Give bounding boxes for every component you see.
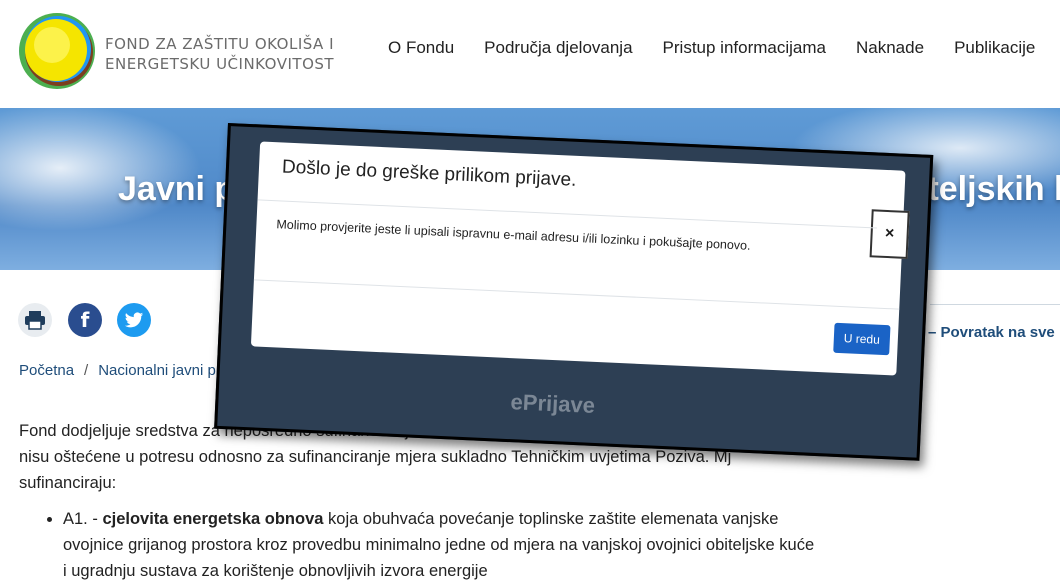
error-dialog: Došlo je do greške prilikom prijave. × M… (250, 141, 910, 376)
logo-text: FOND ZA ZAŠTITU OKOLIŠA I ENERGETSKU UČI… (105, 34, 334, 74)
back-link-divider (930, 304, 1060, 305)
twitter-icon[interactable] (117, 303, 151, 337)
nav-item-podrucja[interactable]: Područja djelovanja (484, 38, 632, 58)
breadcrumb: Početna / Nacionalni javni p (19, 362, 216, 379)
hero-title-left: Javni p (118, 170, 236, 208)
back-link-label: Povratak na sve (940, 324, 1055, 341)
back-to-all-link[interactable]: – Povratak na sve (928, 324, 1055, 341)
ok-button[interactable]: U redu (833, 322, 891, 356)
content-line-3: sufinanciraju: (19, 474, 117, 492)
print-icon[interactable] (18, 303, 52, 337)
breadcrumb-national[interactable]: Nacionalni javni p (98, 362, 216, 379)
nav-item-o-fondu[interactable]: O Fondu (388, 38, 454, 58)
fund-logo[interactable] (18, 12, 96, 90)
bullet-prefix: A1. - (63, 510, 103, 528)
logo-line-1: FOND ZA ZAŠTITU OKOLIŠA I (105, 35, 334, 53)
nav-item-pristup[interactable]: Pristup informacijama (663, 38, 826, 58)
error-modal-screenshot: ENERGETSKU UČINKOVITOST ePrijave Došlo j… (214, 123, 934, 461)
backdrop-text-2: ePrijave (510, 389, 596, 418)
close-icon[interactable]: × (869, 209, 910, 259)
arrow-left-icon: – (928, 324, 941, 341)
facebook-icon[interactable]: f (68, 303, 102, 337)
main-nav: O Fondu Područja djelovanja Pristup info… (388, 38, 1035, 58)
bullet-bold: cjelovita energetska obnova (102, 510, 324, 528)
dialog-title: Došlo je do greške prilikom prijave. (281, 156, 577, 191)
nav-item-naknade[interactable]: Naknade (856, 38, 924, 58)
logo-line-2: ENERGETSKU UČINKOVITOST (105, 55, 335, 73)
breadcrumb-separator: / (84, 362, 89, 379)
dialog-message: Molimo provjerite jeste li upisali ispra… (276, 217, 751, 253)
nav-item-publikacije[interactable]: Publikacije (954, 38, 1035, 58)
dialog-footer-divider (253, 279, 900, 310)
site-header: FOND ZA ZAŠTITU OKOLIŠA I ENERGETSKU UČI… (0, 0, 1060, 108)
measures-list: A1. - cjelovita energetska obnova koja o… (19, 506, 819, 584)
hero-title-right: iteljskih k (918, 170, 1060, 208)
list-item: A1. - cjelovita energetska obnova koja o… (63, 506, 819, 584)
breadcrumb-home[interactable]: Početna (19, 362, 74, 379)
